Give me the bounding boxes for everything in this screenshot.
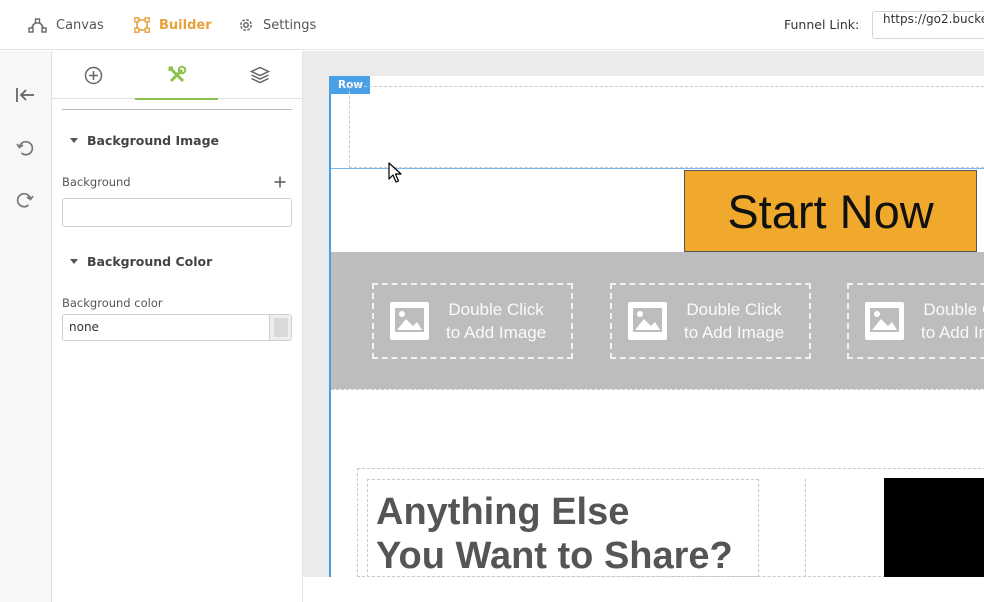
- background-field-label: Background: [62, 175, 131, 189]
- video-element[interactable]: [884, 478, 984, 577]
- column-outline: [331, 168, 984, 169]
- panel-divider: [62, 109, 292, 110]
- builder-canvas: Row Start Now Double Click to Add Image: [303, 51, 984, 577]
- gallery-bottom-outline: [331, 389, 984, 390]
- section-background-image[interactable]: Background Image: [70, 133, 219, 148]
- image-placeholder[interactable]: Double Click to Add Image: [372, 283, 573, 359]
- heading-line1: Anything Else: [376, 491, 630, 533]
- image-placeholder-text: Double Click to Add Image: [446, 298, 546, 344]
- background-color-input[interactable]: none: [62, 314, 292, 341]
- undo-button[interactable]: [13, 136, 37, 160]
- funnel-link-field[interactable]: https://go2.bucket: [872, 11, 984, 39]
- section-background-color-title: Background Color: [87, 254, 213, 269]
- caret-down-icon: [70, 259, 78, 264]
- layers-icon: [249, 66, 270, 84]
- top-navigation: Canvas Builder Settings Funnel Link: htt…: [0, 0, 984, 50]
- undo-icon: [16, 140, 34, 156]
- gear-icon: [240, 19, 252, 31]
- redo-button[interactable]: [13, 188, 37, 212]
- placeholder-line2: to Add Image: [921, 323, 984, 342]
- placeholder-line1: Double Click: [686, 300, 782, 319]
- nav-builder[interactable]: Builder: [134, 0, 212, 50]
- tools-icon: [168, 65, 186, 82]
- image-icon: [628, 302, 667, 340]
- add-background-button[interactable]: [273, 174, 287, 188]
- color-swatch-button[interactable]: [269, 315, 291, 340]
- collapse-panel-button[interactable]: [13, 83, 37, 107]
- tab-add-elements[interactable]: [52, 51, 135, 99]
- color-swatch-icon: [273, 318, 288, 337]
- tab-layers[interactable]: [218, 51, 301, 99]
- placeholder-line2: to Add Image: [446, 323, 547, 342]
- nav-builder-label: Builder: [159, 17, 212, 33]
- image-icon: [390, 302, 429, 340]
- image-gallery-row[interactable]: Double Click to Add Image Double Click t…: [331, 252, 984, 389]
- background-image-input[interactable]: [62, 198, 292, 227]
- background-color-label: Background color: [62, 296, 163, 310]
- row-outline[interactable]: [349, 86, 984, 168]
- panel-tabs: [52, 51, 303, 100]
- nav-settings-label: Settings: [263, 17, 317, 33]
- add-element-icon: [84, 66, 103, 84]
- image-placeholder[interactable]: Double Click to Add Image: [847, 283, 984, 359]
- caret-down-icon: [70, 138, 78, 143]
- section-background-color[interactable]: Background Color: [70, 254, 212, 269]
- section-heading[interactable]: Anything Else You Want to Share?: [376, 490, 733, 577]
- heading-column[interactable]: Anything Else You Want to Share?: [367, 479, 759, 577]
- start-now-button[interactable]: Start Now: [684, 170, 977, 252]
- nav-canvas[interactable]: Canvas: [28, 0, 104, 50]
- builder-frame-icon: [134, 17, 150, 33]
- collapse-panel-icon: [16, 88, 34, 102]
- image-icon: [865, 302, 904, 340]
- redo-icon: [16, 192, 34, 208]
- settings-panel: Background Image Background Background C…: [52, 51, 303, 602]
- placeholder-line2: to Add Image: [684, 323, 785, 342]
- section-background-image-title: Background Image: [87, 133, 220, 148]
- nav-canvas-label: Canvas: [56, 17, 104, 33]
- image-placeholder[interactable]: Double Click to Add Image: [610, 283, 811, 359]
- tool-rail: [0, 51, 52, 602]
- placeholder-line1: Double Click: [923, 300, 984, 319]
- column-divider: [805, 479, 806, 577]
- page-canvas: Row Start Now Double Click to Add Image: [329, 76, 984, 577]
- image-placeholder-text: Double Click to Add Image: [684, 298, 784, 344]
- funnel-link-label: Funnel Link:: [784, 17, 860, 32]
- canvas-curve-icon: [28, 17, 47, 33]
- background-color-value: none: [69, 320, 99, 334]
- image-placeholder-text: Double Click to Add Image: [921, 298, 984, 344]
- tab-tools[interactable]: [135, 51, 218, 100]
- plus-icon: [274, 176, 286, 188]
- heading-line2: You Want to Share?: [376, 535, 733, 577]
- placeholder-line1: Double Click: [448, 300, 544, 319]
- nav-settings[interactable]: Settings: [238, 0, 316, 50]
